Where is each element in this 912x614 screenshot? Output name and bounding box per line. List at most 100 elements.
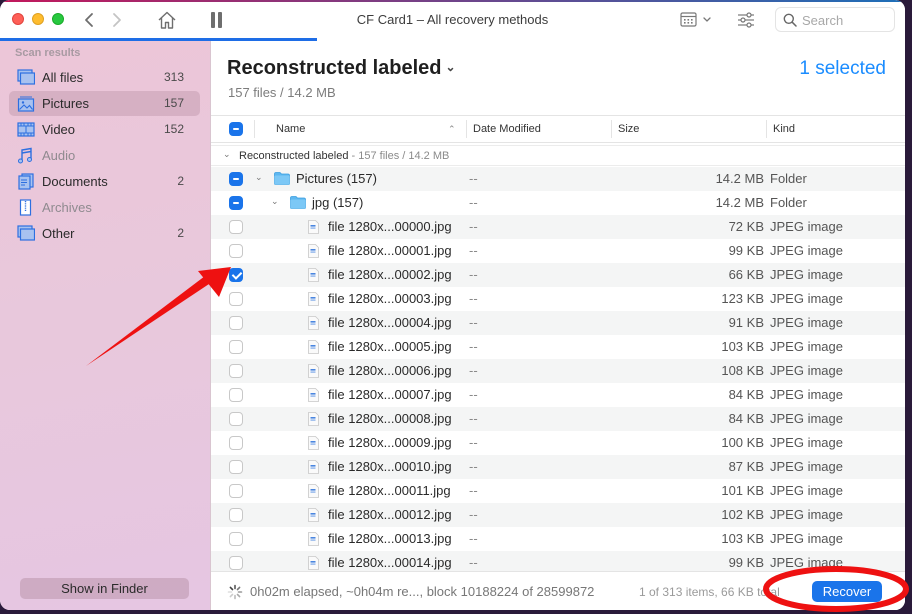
jpeg-file-icon [308,340,319,354]
row-checkbox[interactable] [229,292,243,306]
row-checkbox[interactable] [229,388,243,402]
column-kind[interactable]: Kind [773,123,795,135]
jpeg-file-icon [308,388,319,402]
sidebar-item-archives[interactable]: Archives [9,195,200,220]
filter-button[interactable] [736,10,756,30]
selected-count[interactable]: 1 selected [799,58,886,80]
home-button[interactable] [156,9,178,31]
row-checkbox[interactable] [229,172,243,186]
sidebar-item-video[interactable]: Video 152 [9,117,200,142]
file-row[interactable]: file 1280x...00009.jpg -- 100 KB JPEG image [211,431,905,455]
file-row[interactable]: file 1280x...00012.jpg -- 102 KB JPEG image [211,503,905,527]
search-input[interactable] [802,11,890,29]
row-checkbox[interactable] [229,556,243,570]
file-row[interactable]: file 1280x...00010.jpg -- 87 KB JPEG image [211,455,905,479]
item-date: -- [469,267,478,282]
row-checkbox[interactable] [229,532,243,546]
row-checkbox[interactable] [229,460,243,474]
row-checkbox[interactable] [229,412,243,426]
group-header[interactable]: ⌄ Reconstructed labeled - 157 files / 14… [211,145,905,166]
file-row[interactable]: file 1280x...00005.jpg -- 103 KB JPEG image [211,335,905,359]
item-kind: JPEG image [770,531,843,546]
sidebar: Scan results All files 313 Pictures 157 … [0,41,211,610]
file-row[interactable]: file 1280x...00000.jpg -- 72 KB JPEG image [211,215,905,239]
item-kind: Folder [770,171,807,186]
item-kind: JPEG image [770,435,843,450]
audio-icon [18,147,32,164]
back-button[interactable] [80,9,100,31]
chevron-right-icon [113,13,121,27]
file-row[interactable]: file 1280x...00014.jpg -- 99 KB JPEG image [211,551,905,571]
sidebar-item-documents[interactable]: Documents 2 [9,169,200,194]
main-panel: Reconstructed labeled ⌄ 157 files / 14.2 … [211,41,905,610]
item-date: -- [469,531,478,546]
zoom-window-button[interactable] [52,13,64,25]
select-all-checkbox[interactable] [229,122,243,136]
pause-icon-bar [218,12,222,28]
sidebar-item-audio[interactable]: Audio [9,143,200,168]
item-size: 87 KB [728,459,764,474]
row-checkbox[interactable] [229,268,243,282]
file-row[interactable]: file 1280x...00007.jpg -- 84 KB JPEG image [211,383,905,407]
sidebar-item-pictures[interactable]: Pictures 157 [9,91,200,116]
sidebar-item-all-files[interactable]: All files 313 [9,65,200,90]
column-name[interactable]: Name [276,123,305,135]
pause-scan-button[interactable] [210,12,224,28]
close-window-button[interactable] [12,13,24,25]
pause-icon [211,12,215,28]
folder-heading[interactable]: Reconstructed labeled ⌄ [227,57,456,80]
minimize-window-button[interactable] [32,13,44,25]
column-divider[interactable] [611,120,612,138]
file-row[interactable]: file 1280x...00001.jpg -- 99 KB JPEG image [211,239,905,263]
row-checkbox[interactable] [229,220,243,234]
view-options-button[interactable] [680,10,714,30]
folder-row[interactable]: ⌄ jpg (157) -- 14.2 MB Folder [211,191,905,215]
sort-ascending-icon[interactable]: ⌃ [448,124,456,135]
chevron-down-icon[interactable]: ⌄ [446,60,456,74]
item-kind: JPEG image [770,291,843,306]
item-kind: JPEG image [770,459,843,474]
item-name: file 1280x...00008.jpg [328,411,452,426]
item-name: file 1280x...00010.jpg [328,459,452,474]
row-checkbox[interactable] [229,364,243,378]
column-size[interactable]: Size [618,123,639,135]
sidebar-item-other[interactable]: Other 2 [9,221,200,246]
column-date-modified[interactable]: Date Modified [473,123,541,135]
window-title: CF Card1 – All recovery methods [356,12,549,27]
disclosure-chevron-icon[interactable]: ⌄ [271,196,279,207]
file-row[interactable]: file 1280x...00003.jpg -- 123 KB JPEG image [211,287,905,311]
file-row[interactable]: file 1280x...00008.jpg -- 84 KB JPEG image [211,407,905,431]
item-size: 108 KB [721,363,764,378]
row-checkbox[interactable] [229,340,243,354]
row-checkbox[interactable] [229,244,243,258]
search-field[interactable] [775,7,895,32]
jpeg-file-icon [308,484,319,498]
show-in-finder-button[interactable]: Show in Finder [20,578,189,599]
item-name: Pictures (157) [296,171,377,186]
file-row[interactable]: file 1280x...00011.jpg -- 101 KB JPEG image [211,479,905,503]
status-bar: 0h02m elapsed, ~0h04m re..., block 10188… [211,571,905,610]
row-checkbox[interactable] [229,196,243,210]
chevron-down-icon[interactable]: ⌄ [223,149,231,160]
disclosure-chevron-icon[interactable]: ⌄ [255,172,263,183]
sidebar-header: Scan results [15,47,81,59]
row-checkbox[interactable] [229,436,243,450]
folder-icon [274,172,290,185]
item-name: file 1280x...00009.jpg [328,435,452,450]
forward-button[interactable] [106,9,126,31]
folder-row[interactable]: ⌄ Pictures (157) -- 14.2 MB Folder [211,167,905,191]
item-kind: JPEG image [770,483,843,498]
file-row[interactable]: file 1280x...00006.jpg -- 108 KB JPEG image [211,359,905,383]
sidebar-label: Other [42,226,75,241]
file-row[interactable]: file 1280x...00013.jpg -- 103 KB JPEG image [211,527,905,551]
column-divider[interactable] [466,120,467,138]
recover-button[interactable]: Recover [812,581,882,602]
column-divider[interactable] [766,120,767,138]
row-checkbox[interactable] [229,484,243,498]
row-checkbox[interactable] [229,316,243,330]
row-checkbox[interactable] [229,508,243,522]
calendar-grid-icon [680,12,711,27]
jpeg-file-icon [308,268,319,282]
file-row[interactable]: file 1280x...00004.jpg -- 91 KB JPEG image [211,311,905,335]
file-row[interactable]: file 1280x...00002.jpg -- 66 KB JPEG image [211,263,905,287]
